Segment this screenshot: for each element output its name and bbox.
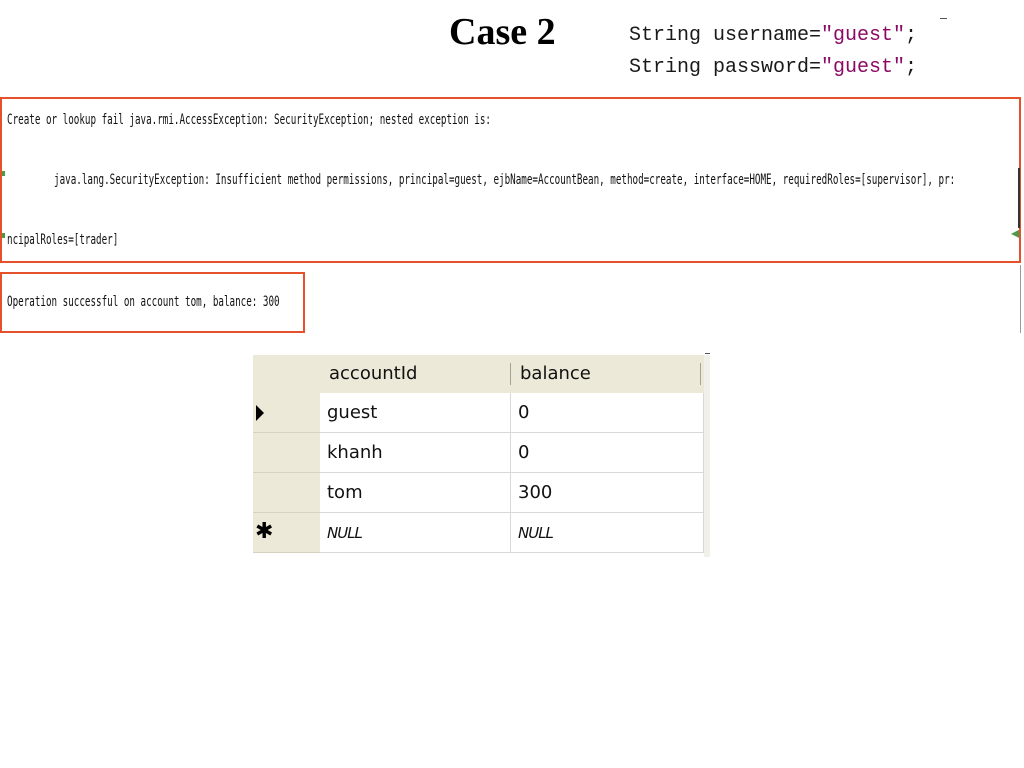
code-string-literal: "guest" [821,24,906,47]
code-line-username: String username="guest"; [629,20,917,52]
slide-title: Case 2 [449,11,556,53]
gutter-marker [2,233,5,238]
table-row[interactable]: tom 300 [253,473,710,513]
code-text: String password= [629,56,822,79]
console-success-line: Operation successful on account tom, bal… [7,294,280,310]
grid-scroll-edge [704,355,710,557]
console-edge [1020,265,1021,333]
cell-accountid[interactable]: khanh [320,433,511,473]
code-line-password: String password="guest"; [629,52,917,84]
table-row-new[interactable]: ✱ NULL NULL [253,513,710,553]
results-grid: accountId balance guest 0 khanh 0 tom 30… [253,355,710,557]
code-panel-edge [940,18,947,19]
cell-balance-null[interactable]: NULL [511,513,704,553]
grid-header-row: accountId balance [253,355,710,394]
scroll-arrow-icon[interactable]: ◂ [1011,225,1019,241]
gutter-marker [2,171,5,176]
success-console-box: Operation successful on account tom, bal… [0,272,305,333]
column-header-balance[interactable]: balance [511,355,699,393]
table-row[interactable]: khanh 0 [253,433,710,473]
console-error-line-3: ncipalRoles=[trader] [7,232,119,248]
console-error-line-1: Create or lookup fail java.rmi.AccessExc… [7,112,491,128]
row-selector[interactable] [253,473,320,513]
cell-balance[interactable]: 0 [511,393,704,433]
cell-accountid-null[interactable]: NULL [320,513,511,553]
code-text: ; [905,24,918,47]
row-selector[interactable] [253,393,320,433]
row-selector[interactable]: ✱ [253,513,320,553]
row-selector[interactable] [253,433,320,473]
new-row-star-icon: ✱ [255,519,274,544]
table-row[interactable]: guest 0 [253,393,710,433]
code-string-literal: "guest" [821,56,906,79]
cell-balance[interactable]: 300 [511,473,704,513]
column-separator[interactable] [700,363,701,385]
cell-balance[interactable]: 0 [511,433,704,473]
column-header-accountid[interactable]: accountId [320,355,510,393]
cell-accountid[interactable]: tom [320,473,511,513]
code-text: ; [905,56,918,79]
row-pointer-icon [256,405,264,421]
code-text: String username= [629,24,822,47]
code-snippet: String username="guest"; String password… [629,20,917,84]
error-console-box: Create or lookup fail java.rmi.AccessExc… [0,97,1021,263]
console-error-line-2: java.lang.SecurityException: Insufficien… [54,172,956,188]
cell-accountid[interactable]: guest [320,393,511,433]
grid-edge-tick [705,353,710,354]
console-right-rule [1018,168,1020,228]
